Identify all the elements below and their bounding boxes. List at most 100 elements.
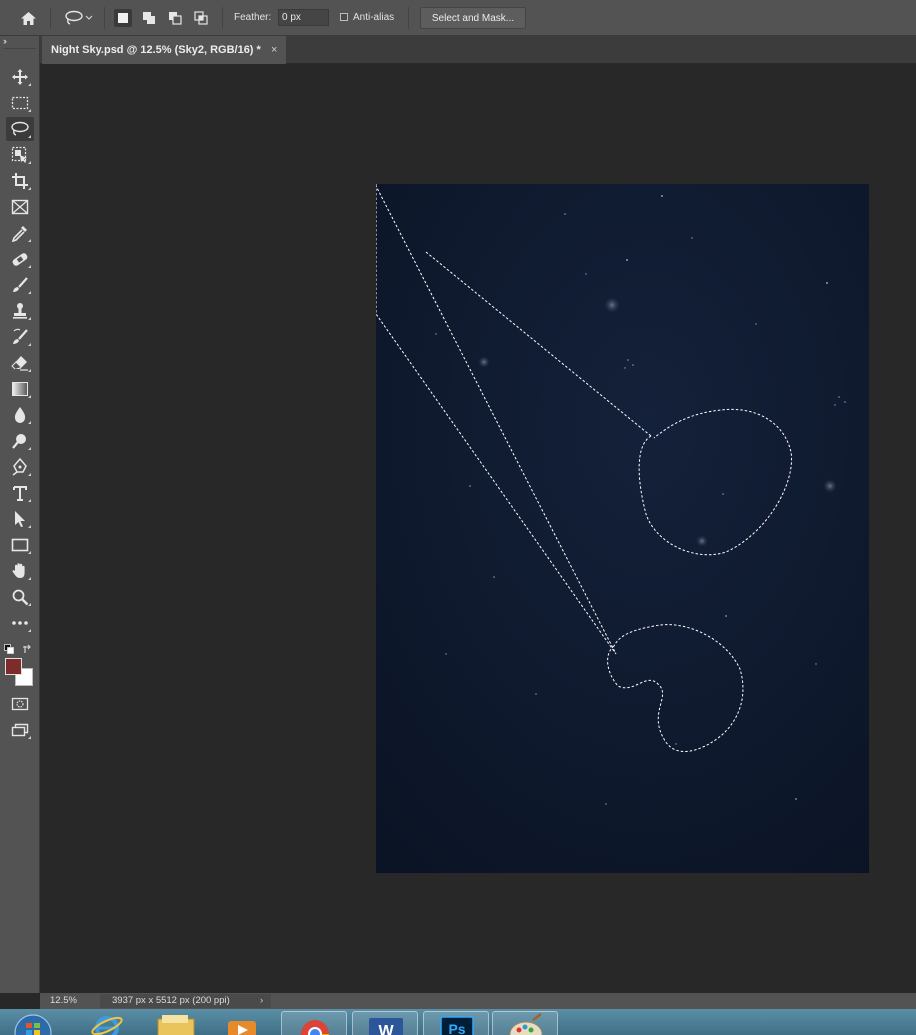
options-bar: Feather: Anti-alias Select and Mask...: [0, 0, 916, 36]
eraser-tool[interactable]: [6, 351, 34, 375]
path-selection-tool[interactable]: [6, 507, 34, 531]
gradient-tool[interactable]: [6, 377, 34, 401]
object-selection-icon: [11, 146, 27, 163]
document-tab-bar: Night Sky.psd @ 12.5% (Sky2, RGB/16) * ×: [40, 36, 916, 64]
taskbar-paint[interactable]: [492, 1011, 558, 1035]
gradient-icon: [12, 382, 28, 396]
quick-mask-icon: [11, 697, 29, 711]
hand-tool[interactable]: [6, 559, 34, 583]
anti-alias-checkbox[interactable]: [340, 13, 348, 21]
marquee-icon: [11, 96, 29, 110]
eyedropper-tool[interactable]: [6, 221, 34, 245]
select-and-mask-button[interactable]: Select and Mask...: [420, 7, 526, 29]
night-sky-image: [376, 184, 869, 873]
intersect-selection-button[interactable]: [192, 9, 210, 27]
eyedropper-icon: [11, 226, 27, 242]
close-icon[interactable]: ×: [271, 36, 277, 64]
foreground-color-swatch[interactable]: [5, 658, 22, 675]
stamp-icon: [13, 303, 27, 319]
media-player-icon: [228, 1021, 256, 1035]
document-canvas[interactable]: [376, 184, 869, 873]
word-icon: W: [369, 1018, 403, 1035]
swap-colors-button[interactable]: [22, 641, 32, 659]
zoom-level-field[interactable]: 12.5%: [42, 994, 88, 1008]
bandage-icon: [12, 253, 28, 266]
taskbar-chrome[interactable]: [281, 1011, 347, 1035]
chrome-icon: [301, 1020, 329, 1035]
zoom-tool[interactable]: [6, 585, 34, 609]
rectangular-marquee-tool[interactable]: [6, 91, 34, 115]
dodge-tool[interactable]: [6, 429, 34, 453]
file-explorer-icon: [157, 1015, 195, 1035]
add-to-selection-icon: [143, 12, 155, 24]
lasso-icon: [11, 121, 29, 136]
feather-input[interactable]: [278, 9, 329, 26]
history-brush-icon: [13, 328, 28, 344]
clone-stamp-tool[interactable]: [6, 299, 34, 323]
frame-icon: [11, 199, 29, 215]
divider: [408, 7, 409, 29]
taskbar-media-player[interactable]: [210, 1011, 276, 1035]
pen-icon: [12, 458, 27, 476]
hand-icon: [12, 563, 25, 578]
status-menu-arrow[interactable]: ›: [260, 993, 263, 1009]
drop-icon: [14, 407, 26, 423]
taskbar-photoshop[interactable]: Ps: [423, 1011, 489, 1035]
windows-start-icon: [14, 1014, 52, 1035]
taskbar-ie[interactable]: [78, 1011, 144, 1035]
pen-tool[interactable]: [6, 455, 34, 479]
frame-tool[interactable]: [6, 195, 34, 219]
lasso-tool[interactable]: [6, 117, 34, 141]
brush-tool[interactable]: [6, 273, 34, 297]
zoom-icon: [12, 589, 29, 606]
status-bar: 12.5% 3937 px x 5512 px (200 ppi) ›: [40, 993, 916, 1009]
paint-icon: [509, 1013, 543, 1035]
photoshop-icon: Ps: [440, 1016, 474, 1035]
divider: [222, 7, 223, 29]
svg-text:W: W: [378, 1023, 394, 1035]
more-icon: [12, 621, 28, 625]
toolbar-collapse-toggle[interactable]: ››: [3, 36, 7, 46]
document-tab-title: Night Sky.psd @ 12.5% (Sky2, RGB/16) *: [51, 44, 261, 56]
new-selection-button[interactable]: [114, 9, 132, 27]
history-brush-tool[interactable]: [6, 325, 34, 349]
crop-tool[interactable]: [6, 169, 34, 193]
move-tool[interactable]: [6, 65, 34, 89]
taskbar-explorer[interactable]: [144, 1011, 210, 1035]
blur-tool[interactable]: [6, 403, 34, 427]
screen-mode-button[interactable]: [6, 718, 34, 742]
default-colors-button[interactable]: [4, 641, 14, 659]
divider: [104, 7, 105, 29]
default-colors-icon: [4, 644, 14, 654]
document-tab[interactable]: Night Sky.psd @ 12.5% (Sky2, RGB/16) * ×: [42, 36, 286, 64]
new-selection-icon: [118, 13, 128, 23]
edit-toolbar[interactable]: [6, 611, 34, 635]
svg-text:Ps: Ps: [448, 1021, 465, 1035]
quick-mask-button[interactable]: [6, 692, 34, 716]
lasso-icon: [65, 10, 83, 25]
subtract-from-selection-button[interactable]: [166, 9, 184, 27]
swap-arrows-icon: [23, 644, 31, 653]
anti-alias-label: Anti-alias: [353, 12, 395, 23]
home-icon: [20, 11, 36, 25]
crop-icon: [12, 173, 28, 189]
add-to-selection-button[interactable]: [140, 9, 158, 27]
move-icon: [12, 69, 28, 85]
toolbar: ››: [0, 36, 40, 993]
arrow-icon: [15, 511, 25, 527]
object-selection-tool[interactable]: [6, 143, 34, 167]
toolbar-divider: [4, 48, 36, 49]
tool-preset-picker[interactable]: [58, 0, 98, 36]
windows-taskbar: W Ps: [0, 1009, 916, 1035]
divider: [50, 7, 51, 29]
rectangle-tool[interactable]: [6, 533, 34, 557]
subtract-from-selection-icon: [169, 12, 182, 25]
home-button[interactable]: [14, 0, 42, 36]
brush-icon: [13, 277, 28, 292]
type-icon: [13, 486, 27, 501]
dodge-icon: [12, 434, 26, 449]
start-button[interactable]: [8, 1011, 58, 1035]
healing-brush-tool[interactable]: [6, 247, 34, 271]
taskbar-word[interactable]: W: [352, 1011, 418, 1035]
type-tool[interactable]: [6, 481, 34, 505]
